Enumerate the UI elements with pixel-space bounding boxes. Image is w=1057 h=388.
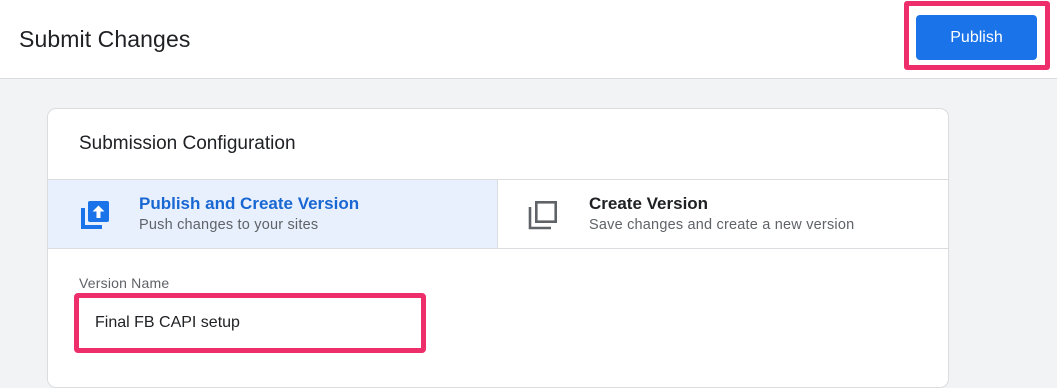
option-title: Publish and Create Version	[139, 194, 360, 213]
option-publish-and-create-version[interactable]: Publish and Create Version Push changes …	[48, 180, 498, 248]
submission-card: Submission Configuration Publish and Cre…	[47, 108, 949, 388]
option-title: Create Version	[589, 194, 709, 213]
option-description: Push changes to your sites	[139, 217, 319, 233]
top-bar: Submit Changes Publish	[0, 0, 1057, 79]
version-name-label: Version Name	[79, 275, 170, 291]
copy-layers-icon	[528, 200, 558, 230]
option-description: Save changes and create a new version	[589, 217, 855, 233]
publish-upload-icon	[80, 200, 110, 230]
option-create-version[interactable]: Create Version Save changes and create a…	[498, 180, 948, 248]
version-name-input[interactable]	[82, 301, 418, 345]
page-title: Submit Changes	[19, 26, 191, 52]
card-title: Submission Configuration	[79, 133, 296, 154]
submission-options: Publish and Create Version Push changes …	[48, 179, 948, 249]
publish-button[interactable]: Publish	[916, 15, 1037, 60]
